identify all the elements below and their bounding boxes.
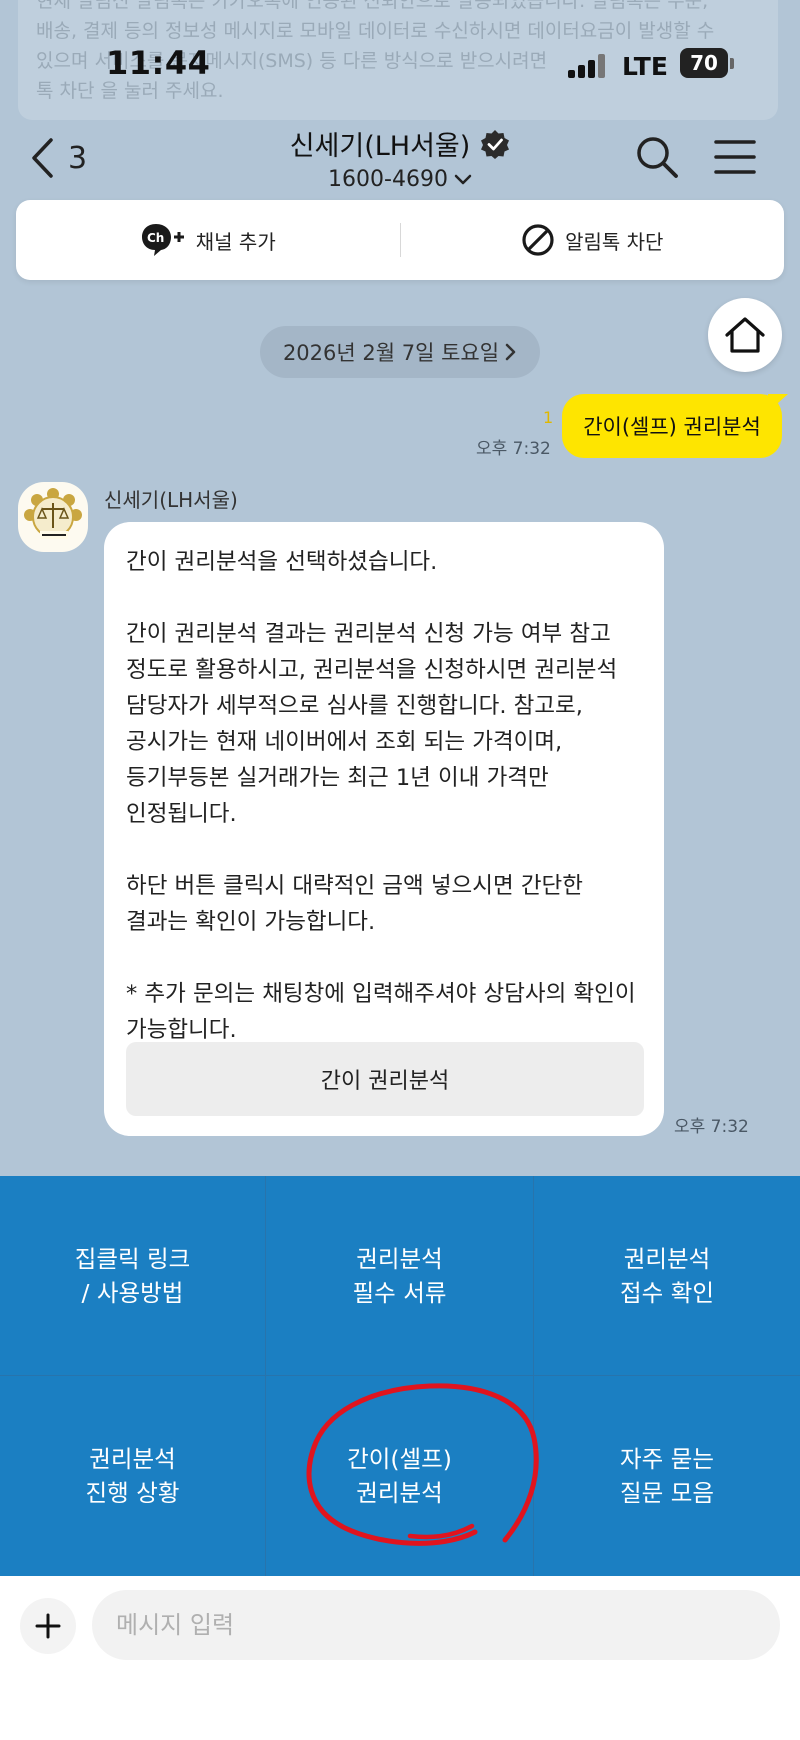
menu-button[interactable] bbox=[712, 136, 758, 178]
channel-add-icon: Ch bbox=[141, 224, 184, 256]
menu-item-required-documents[interactable]: 권리분석 필수 서류 bbox=[266, 1176, 534, 1376]
block-icon bbox=[522, 224, 554, 256]
date-label: 2026년 2월 7일 토요일 bbox=[282, 341, 500, 365]
back-chevron-icon bbox=[32, 138, 53, 178]
home-button[interactable] bbox=[708, 298, 782, 372]
search-icon bbox=[637, 137, 678, 178]
notice-line: 현재 알림신 알림톡은 카카오톡에 인증된 신뢰안으로 발송되었습니다. 알림톡… bbox=[36, 0, 709, 12]
my-message-bubble[interactable]: 간이(셀프) 권리분석 bbox=[562, 394, 782, 458]
bot-message-paragraph: 간이 권리분석을 선택하셨습니다. bbox=[126, 549, 438, 575]
avatar[interactable] bbox=[18, 482, 88, 552]
chevron-right-icon bbox=[505, 343, 516, 361]
menu-item-zipclick-link[interactable]: 집클릭 링크 / 사용방법 bbox=[0, 1176, 266, 1376]
message-input-bar bbox=[0, 1576, 800, 1740]
chat-header: 3 신세기(LH서울) 1600-4690 bbox=[0, 118, 800, 198]
unread-count: 1 bbox=[543, 408, 554, 427]
channel-action-bar: Ch 채널 추가 알림톡 차단 bbox=[16, 200, 784, 280]
menu-item-self-analysis[interactable]: 간이(셀프) 권리분석 bbox=[266, 1376, 534, 1576]
bot-message-paragraph: 하단 버튼 클릭시 대략적인 금액 넣으시면 간단한 결과는 확인이 가능합니다… bbox=[126, 873, 583, 935]
simple-analysis-button[interactable]: 간이 권리분석 bbox=[126, 1042, 644, 1116]
svg-text:Ch: Ch bbox=[147, 231, 164, 245]
verified-badge-icon bbox=[481, 129, 510, 159]
search-button[interactable] bbox=[634, 134, 680, 180]
chevron-down-icon bbox=[454, 174, 472, 184]
bubble-tail bbox=[768, 394, 788, 412]
status-bar: 11:44 LTE 70 bbox=[0, 34, 800, 96]
menu-item-faq[interactable]: 자주 묻는 질문 모음 bbox=[534, 1376, 800, 1576]
bot-message-bubble: 간이 권리분석을 선택하셨습니다. 간이 권리분석 결과는 권리분석 신청 가능… bbox=[104, 522, 664, 1136]
sender-name: 신세기(LH서울) bbox=[104, 488, 238, 512]
block-alert-label: 알림톡 차단 bbox=[565, 229, 664, 254]
date-divider[interactable]: 2026년 2월 7일 토요일 bbox=[260, 326, 540, 378]
channel-phone: 1600-4690 bbox=[328, 167, 448, 192]
message-time: 오후 7:32 bbox=[674, 1117, 749, 1137]
bot-message-paragraph: * 추가 문의는 채팅창에 입력해주셔야 상담사의 확인이 가능합니다. bbox=[126, 981, 636, 1043]
message-input[interactable] bbox=[92, 1590, 780, 1660]
battery-level: 70 bbox=[690, 51, 718, 75]
bot-message-paragraph: 간이 권리분석 결과는 권리분석 신청 가능 여부 참고 정도로 활용하시고, … bbox=[126, 621, 618, 827]
network-type: LTE bbox=[622, 52, 668, 81]
add-channel-button[interactable]: Ch 채널 추가 bbox=[16, 200, 400, 280]
plus-icon bbox=[35, 1613, 61, 1639]
menu-item-submission-check[interactable]: 권리분석 접수 확인 bbox=[534, 1176, 800, 1376]
add-channel-label: 채널 추가 bbox=[195, 229, 276, 254]
unread-chat-count: 3 bbox=[68, 140, 88, 176]
message-time: 오후 7:32 bbox=[476, 439, 551, 459]
menu-icon bbox=[714, 140, 756, 174]
battery-icon: 70 bbox=[680, 48, 734, 80]
home-icon bbox=[725, 317, 765, 353]
attach-button[interactable] bbox=[20, 1598, 76, 1654]
block-alert-button[interactable]: 알림톡 차단 bbox=[401, 200, 785, 280]
channel-name: 신세기(LH서울) bbox=[289, 131, 471, 162]
chatbot-menu: 집클릭 링크 / 사용방법 권리분석 필수 서류 권리분석 접수 확인 권리분석… bbox=[0, 1176, 800, 1576]
my-message-text: 간이(셀프) 권리분석 bbox=[583, 415, 761, 439]
channel-logo-icon bbox=[24, 488, 82, 539]
status-time: 11:44 bbox=[106, 44, 211, 82]
signal-icon bbox=[568, 54, 612, 78]
menu-item-progress-status[interactable]: 권리분석 진행 상황 bbox=[0, 1376, 266, 1576]
channel-title[interactable]: 신세기(LH서울) 1600-4690 bbox=[200, 124, 600, 192]
back-button[interactable]: 3 bbox=[30, 134, 87, 182]
